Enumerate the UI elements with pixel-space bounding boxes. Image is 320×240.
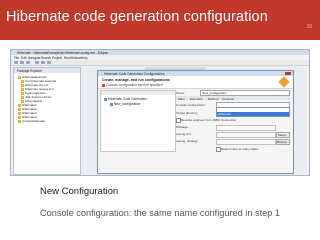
tree-child[interactable]: New_configuration [110, 102, 140, 106]
slide-title: Hibernate code generation configuration [6, 9, 268, 25]
package-field[interactable] [216, 125, 276, 131]
reveng-xml-label: reveng.xml: [176, 132, 192, 136]
name-value: New_configuration [202, 91, 227, 96]
external-tools-icon[interactable] [47, 61, 51, 64]
run-icon[interactable] [41, 61, 45, 64]
new-icon[interactable] [14, 61, 18, 64]
toolbar [11, 60, 309, 66]
caption-title: New Configuration [40, 186, 119, 197]
package-label: Package: [176, 125, 189, 129]
project-icon [18, 119, 21, 123]
tree-root[interactable]: Hibernate Code Generation [104, 97, 147, 101]
eclipse-screenshot: Hibernate - HibernateExample/src/Hiberna… [10, 49, 310, 176]
tab-refresh[interactable]: Refresh [208, 97, 219, 101]
slide-title-banner: Hibernate code generation configuration … [0, 0, 320, 40]
dialog-warning: Console configuration must be specified [106, 83, 163, 87]
window-title: Hibernate - HibernateExample/src/Hiberna… [17, 50, 109, 55]
config-tabs: Main Exporters Refresh Common [176, 96, 290, 101]
close-icon[interactable] [285, 72, 291, 75]
tab-exporters[interactable]: Exporters [190, 97, 203, 101]
package-explorer-tab-label: Package Explorer [17, 68, 43, 73]
browse-button[interactable]: Browse... [276, 139, 290, 145]
reveng-strategy-label: reveng. strategy: [176, 139, 199, 143]
tree-toolbar [101, 91, 175, 95]
dropdown-option-hibernate[interactable]: Hibernate [217, 112, 289, 116]
name-label: Name: [176, 90, 185, 95]
save-icon[interactable] [20, 61, 24, 64]
error-icon [102, 83, 105, 87]
configuration-details: Name: New_configuration Main Exporters R… [176, 90, 290, 156]
tree-item[interactable]: productHibernate [18, 119, 45, 123]
page-number: 15 [306, 24, 312, 30]
reveng-strategy-field[interactable] [216, 139, 276, 145]
dialog-header-title: Create, manage, and run configurations [102, 78, 170, 82]
caption-description: Console configuration: the same name con… [40, 208, 281, 218]
package-explorer: Package Explorer HibernateExample com.hi… [13, 67, 81, 175]
debug-icon[interactable] [35, 61, 39, 64]
reveng-label: Reverse engineer from JDBC Connection [181, 118, 237, 122]
package-explorer-tab[interactable]: Package Explorer [14, 68, 80, 73]
setup-button[interactable]: Setup... [276, 132, 290, 138]
configuration-icon [110, 102, 113, 106]
dialog-header: Create, manage, and run configurations C… [98, 76, 293, 89]
tab-main[interactable]: Main [178, 97, 185, 101]
console-config-dropdown: Hibernate [216, 107, 290, 117]
print-icon[interactable] [26, 61, 30, 64]
hibernate-logo-icon [278, 76, 290, 88]
generation-icon [104, 97, 107, 101]
tab-common[interactable]: Common [222, 97, 234, 101]
output-dir-label: Output directory: [176, 111, 199, 115]
detect-label: Detect many-to-many tables [221, 147, 259, 151]
configuration-tree: Hibernate Code Generation New_configurat… [100, 90, 176, 152]
console-config-label: Console configuration: [176, 102, 206, 107]
code-generation-dialog: Hibernate Code Generation Configurations… [97, 70, 294, 174]
reveng-xml-field[interactable] [216, 132, 276, 138]
